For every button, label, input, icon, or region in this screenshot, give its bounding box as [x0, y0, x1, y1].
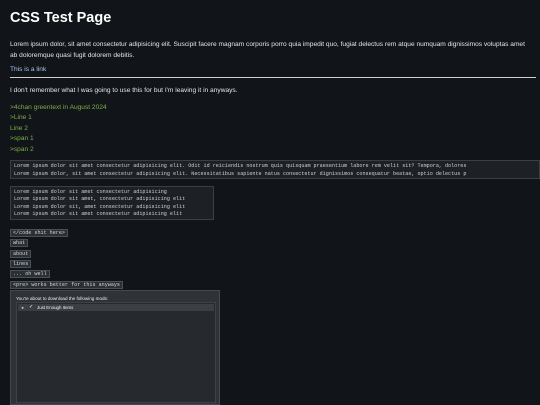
- code-line: Lorem ipsum dolor sit amet consectetur a…: [14, 163, 467, 169]
- lorem-paragraph: Lorem ipsum dolor, sit amet consectetur …: [10, 41, 525, 59]
- expand-arrow-icon[interactable]: ►: [21, 304, 25, 311]
- greentext-line: >4chan greentext in August 2024: [10, 104, 107, 111]
- download-mods-dialog: You're about to download the following m…: [10, 290, 220, 405]
- greentext-line: >span 2: [10, 145, 34, 153]
- code-block-narrow: Lorem ipsum dolor sit amet consectetur a…: [10, 186, 214, 220]
- code-line: Lorem ipsum dolor, sit amet consectetur …: [14, 170, 467, 177]
- dialog-title: You're about to download the following m…: [16, 296, 109, 301]
- page: CSS Test Page Lorem ipsum dolor, sit ame…: [0, 0, 540, 405]
- mod-item-just-enough-items[interactable]: ► ✓ Just Enough Items: [18, 304, 214, 311]
- page-title: CSS Test Page: [10, 10, 112, 26]
- mod-item-label: Just Enough Items: [37, 305, 74, 310]
- inline-code: about: [10, 250, 32, 258]
- code-line: Lorem ipsum dolor sit amet consectetur a…: [14, 210, 183, 217]
- greentext-line: >span 1: [10, 135, 34, 143]
- inline-code: <pre> works better for this anyways: [10, 281, 123, 289]
- remember-paragraph: I don't remember what I was going to use…: [10, 87, 238, 94]
- inline-code: what: [10, 239, 29, 247]
- greentext-line: Line 2: [10, 124, 28, 132]
- mods-list[interactable]: ► ✓ Just Enough Items: [16, 302, 216, 403]
- greentext-block: >4chan greentext in August 2024 >Line 1 …: [10, 103, 107, 155]
- code-block-wide[interactable]: Lorem ipsum dolor sit amet consectetur a…: [10, 160, 540, 179]
- inline-code: lines: [10, 260, 32, 268]
- code-line: Lorem ipsum dolor sit, amet consectetur …: [14, 203, 186, 210]
- code-line: Lorem ipsum dolor sit amet consectetur a…: [14, 189, 167, 195]
- inline-code: </code shit here>: [10, 229, 68, 237]
- inline-code: ... oh well: [10, 270, 50, 278]
- test-link[interactable]: This is a link: [10, 66, 46, 73]
- code-line: Lorem ipsum dolor sit amet, consectetur …: [14, 196, 186, 203]
- divider: [10, 77, 536, 78]
- greentext-line: >Line 1: [10, 114, 32, 122]
- checkmark-icon[interactable]: ✓: [29, 304, 33, 311]
